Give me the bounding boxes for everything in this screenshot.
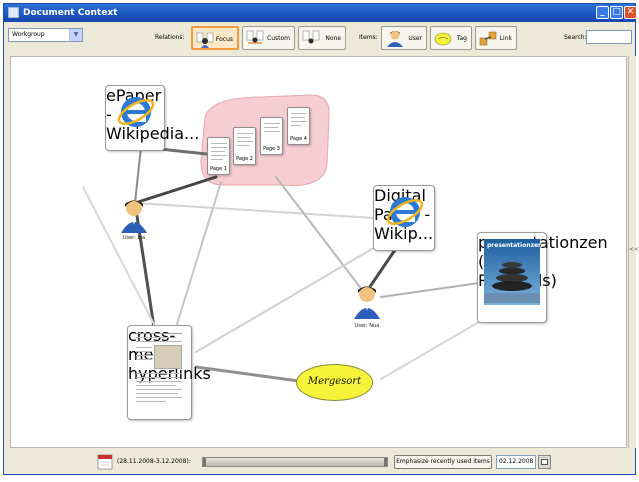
item-tag-button[interactable]: Tag <box>430 26 472 50</box>
relation-none-label: None <box>325 35 341 42</box>
custom-relation-icon <box>246 30 264 44</box>
no-relation-icon <box>302 30 320 44</box>
user-nua-label: User: Nua <box>354 323 380 329</box>
toolbar: Workgroup ▼ Relations: Focus Custom None… <box>4 22 635 56</box>
page-1-label: Page 1 <box>210 166 227 172</box>
focus-relation-icon <box>196 32 214 48</box>
side-panel-collapsed: << <box>628 56 639 448</box>
tag-icon <box>434 32 452 46</box>
search-input[interactable] <box>586 30 632 44</box>
relation-none-button[interactable]: None <box>298 26 346 50</box>
internet-explorer-icon <box>386 197 424 227</box>
epaper-wikipedia-node[interactable]: ePaper - Wikipedia... <box>105 85 199 151</box>
calendar-icon <box>97 454 113 470</box>
window-title: Document Context <box>23 8 118 18</box>
timeline-slider[interactable] <box>202 457 388 467</box>
user-icon <box>354 286 380 319</box>
slider-start-handle[interactable] <box>203 458 206 466</box>
maximize-button[interactable]: □ <box>610 6 623 19</box>
document-thumbnail <box>134 331 186 411</box>
graph-canvas[interactable]: ePaper - Wikipedia... Page 1 Page 2 Page… <box>10 56 627 448</box>
relation-custom-button[interactable]: Custom <box>242 26 295 50</box>
workspace-dropdown[interactable]: Workgroup ▼ <box>8 28 83 42</box>
item-user-button[interactable]: User <box>381 26 427 50</box>
minimize-button[interactable]: _ <box>596 6 609 19</box>
book-cover-image: presentationzen <box>484 239 543 305</box>
tag-mergesort-label: Mergesort <box>307 376 362 387</box>
cross-media-hyperlinks-node[interactable]: cross-media hyperlinks <box>127 325 211 420</box>
user-icon <box>121 200 147 233</box>
expand-panel-button[interactable]: << <box>629 246 639 253</box>
relation-focus-label: Focus <box>215 36 233 43</box>
calendar-icon <box>541 459 548 465</box>
chevron-down-icon[interactable]: ▼ <box>69 29 82 41</box>
page-2-label: Page 2 <box>236 156 253 162</box>
relation-focus-button[interactable]: Focus <box>191 26 239 50</box>
page-4-label: Page 4 <box>290 136 307 142</box>
user-nua-node[interactable]: User: Nua <box>344 283 390 333</box>
page-3-label: Page 3 <box>263 146 280 152</box>
document-context-window: Document Context _ □ ✕ Workgroup ▼ Relat… <box>3 3 639 475</box>
item-user-label: User <box>408 35 422 42</box>
search-label: Search: <box>564 34 587 41</box>
user-bia-label: User: bia <box>122 235 146 241</box>
workspace-value: Workgroup <box>12 31 45 38</box>
date-field[interactable]: 02.12.2008 <box>496 455 536 469</box>
presentationzen-node[interactable]: presentationzen presentationzen (Garr Re… <box>477 232 608 323</box>
slider-end-handle[interactable] <box>384 458 387 466</box>
relation-custom-label: Custom <box>267 35 290 42</box>
user-bia-node[interactable]: User: bia <box>111 197 157 247</box>
page-3-node[interactable]: Page 3 <box>260 117 283 155</box>
link-icon <box>479 31 497 46</box>
title-bar: Document Context _ □ ✕ <box>4 4 637 22</box>
relations-label: Relations: <box>155 34 185 41</box>
date-picker-button[interactable] <box>538 455 551 469</box>
item-link-button[interactable]: Link <box>475 26 517 50</box>
page-4-node[interactable]: Page 4 <box>287 107 310 145</box>
item-link-label: Link <box>499 35 512 42</box>
stacked-stones-illustration <box>484 262 540 303</box>
date-range-label: (28.11.2008-3.12.2008): <box>117 458 191 465</box>
tag-mergesort-node[interactable]: Mergesort <box>296 364 373 401</box>
items-label: Items: <box>359 34 378 41</box>
timeline-bar: (28.11.2008-3.12.2008): Emphasize recent… <box>4 450 635 474</box>
item-tag-label: Tag <box>456 35 467 42</box>
user-icon <box>387 30 403 47</box>
close-button[interactable]: ✕ <box>624 6 637 19</box>
page-1-node[interactable]: Page 1 <box>207 137 230 175</box>
digital-paper-node[interactable]: Digital Paper - Wikip... <box>373 185 435 251</box>
app-icon <box>8 7 19 18</box>
emphasize-recent-button[interactable]: Emphasize recently used items <box>394 455 492 469</box>
book-cover-title: presentationzen <box>487 242 543 249</box>
internet-explorer-icon <box>117 97 155 127</box>
page-2-node[interactable]: Page 2 <box>233 127 256 165</box>
